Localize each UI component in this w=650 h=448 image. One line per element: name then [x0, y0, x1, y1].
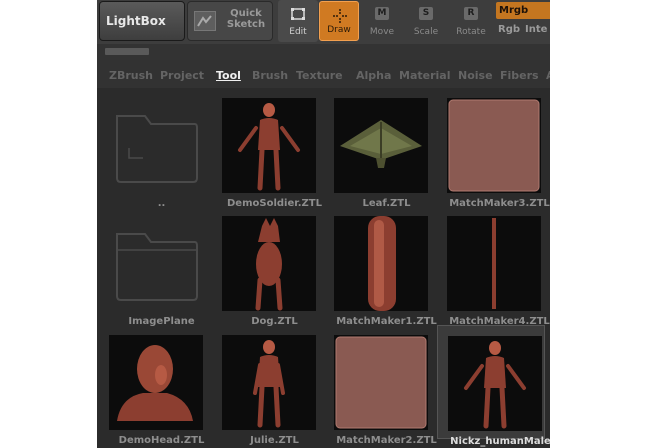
- quick-sketch-label: Quick Sketch: [226, 8, 266, 30]
- menu-zbrush[interactable]: ZBrush: [109, 69, 153, 82]
- leaf-thumbnail: [334, 98, 428, 193]
- tool-file-item[interactable]: Dog.ZTL: [212, 206, 320, 327]
- rotate-label: Rotate: [456, 27, 486, 37]
- folder-item[interactable]: ..: [99, 88, 207, 209]
- lightbox-menu-bar: ZBrush Project Tool Brush Texture Alpha Materi…: [97, 60, 550, 88]
- move-button[interactable]: M Move: [362, 0, 402, 42]
- folder-icon: [109, 216, 203, 311]
- folder-item[interactable]: ImagePlane: [99, 206, 207, 327]
- menu-alpha[interactable]: Alpha: [356, 69, 391, 82]
- menu-project[interactable]: Project: [160, 69, 204, 82]
- intensity-button[interactable]: Inte: [525, 24, 547, 35]
- plane-thumbnail: [334, 335, 428, 430]
- move-key-icon: M: [375, 7, 389, 20]
- tool-file-item[interactable]: MatchMaker4.ZTL: [437, 206, 550, 327]
- draw-crosshair-icon: [332, 8, 348, 24]
- stick-thumbnail: [447, 216, 541, 311]
- tool-file-item[interactable]: Leaf.ZTL: [324, 88, 432, 209]
- tool-file-item[interactable]: MatchMaker3.ZTL: [437, 88, 550, 209]
- tool-file-item[interactable]: MatchMaker1.ZTL: [324, 206, 437, 327]
- scale-label: Scale: [413, 27, 439, 37]
- tool-file-item[interactable]: Nickz_humanMale: [437, 325, 550, 447]
- menu-material[interactable]: Material: [399, 69, 450, 82]
- quick-sketch-icon: [194, 11, 216, 31]
- lightbox-file-grid: .. DemoSoldier.ZTL Leaf.ZTL MatchMaker3.ZTL…: [97, 88, 550, 448]
- draw-button[interactable]: Draw: [319, 1, 359, 41]
- file-name: MatchMaker2.ZTL: [336, 435, 437, 446]
- rotate-button[interactable]: R Rotate: [451, 0, 491, 42]
- scroll-strip: [97, 44, 550, 60]
- edit-icon: [290, 6, 306, 22]
- file-name: Nickz_humanMale: [450, 436, 550, 447]
- mrgb-button[interactable]: Mrgb: [496, 2, 550, 19]
- scale-button[interactable]: S Scale: [406, 0, 446, 42]
- tool-file-item[interactable]: Julie.ZTL: [212, 325, 320, 446]
- zbrush-window: LightBox Quick Sketch Edit Draw M Move S: [97, 0, 550, 448]
- male-thumbnail: [448, 336, 542, 431]
- lightbox-button[interactable]: LightBox: [99, 1, 185, 41]
- tool-file-item[interactable]: DemoSoldier.ZTL: [212, 88, 322, 209]
- menu-fibers[interactable]: Fibers: [500, 69, 539, 82]
- horizontal-scroll-handle[interactable]: [105, 48, 149, 55]
- edit-label: Edit: [289, 27, 307, 37]
- quick-sketch-button[interactable]: Quick Sketch: [187, 1, 273, 41]
- top-toolbar: LightBox Quick Sketch Edit Draw M Move S: [97, 0, 550, 44]
- soldier-thumbnail: [222, 98, 316, 193]
- folder-icon: [109, 98, 203, 193]
- menu-a[interactable]: A: [546, 69, 550, 82]
- plane-thumbnail: [447, 98, 541, 193]
- menu-texture[interactable]: Texture: [296, 69, 343, 82]
- menu-noise[interactable]: Noise: [458, 69, 493, 82]
- tool-file-item[interactable]: MatchMaker2.ZTL: [324, 325, 437, 446]
- head-thumbnail: [109, 335, 203, 430]
- menu-brush[interactable]: Brush: [252, 69, 288, 82]
- tool-file-item[interactable]: DemoHead.ZTL: [99, 325, 207, 446]
- julie-thumbnail: [222, 335, 316, 430]
- draw-label: Draw: [327, 25, 351, 35]
- edit-button[interactable]: Edit: [278, 0, 318, 42]
- move-label: Move: [369, 27, 395, 37]
- file-name: Julie.ZTL: [250, 435, 299, 446]
- file-name: DemoHead.ZTL: [118, 435, 205, 446]
- menu-tool[interactable]: Tool: [216, 69, 241, 82]
- cylinder-thumbnail: [334, 216, 428, 311]
- scale-key-icon: S: [419, 7, 433, 20]
- rotate-key-icon: R: [464, 7, 478, 20]
- dog-thumbnail: [222, 216, 316, 311]
- rgb-button[interactable]: Rgb: [498, 24, 520, 35]
